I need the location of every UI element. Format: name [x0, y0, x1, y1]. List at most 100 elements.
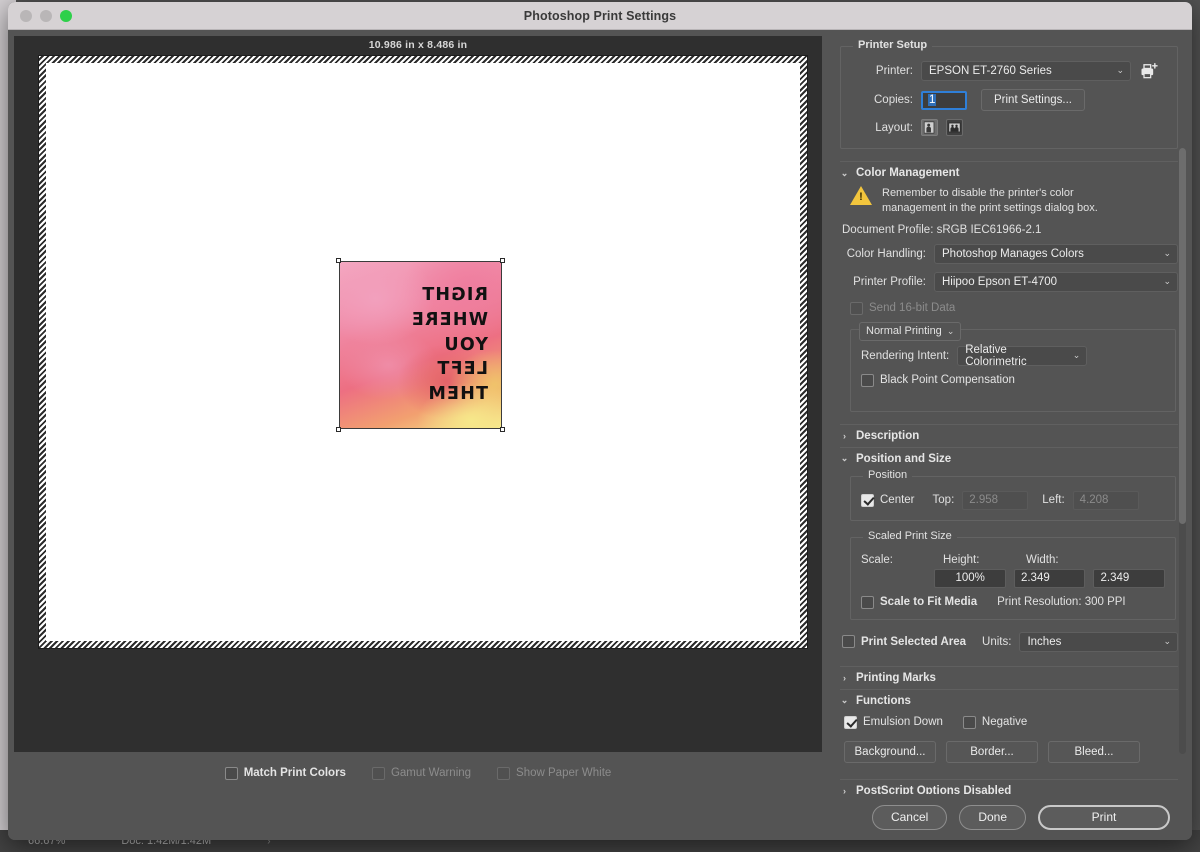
emulsion-down-box[interactable]	[844, 715, 857, 729]
printing-mode-select[interactable]: Normal Printing ⌄	[859, 321, 962, 341]
twisty-collapsed-icon[interactable]: ›	[840, 431, 849, 441]
twisty-expanded-icon[interactable]: ⌄	[840, 453, 849, 464]
background-button[interactable]: Background...	[844, 740, 936, 763]
paper-sheet: RIGHT WHERE YOU LEFT THEM	[38, 55, 808, 649]
copies-input[interactable]: 1	[921, 90, 967, 110]
settings-scrollbar-thumb[interactable]	[1179, 148, 1186, 524]
send-16bit-label: Send 16-bit Data	[869, 302, 956, 315]
printing-marks-title: Printing Marks	[856, 671, 936, 684]
chevron-down-icon: ⌄	[1163, 275, 1171, 286]
twisty-collapsed-icon[interactable]: ›	[840, 786, 849, 794]
position-group: Position Center Top: 2.958 Left: 4.208	[850, 468, 1176, 521]
window-title: Photoshop Print Settings	[523, 8, 677, 23]
layout-landscape-icon[interactable]	[946, 119, 963, 136]
border-button[interactable]: Border...	[946, 740, 1038, 763]
black-point-compensation-box[interactable]	[861, 373, 874, 387]
description-title: Description	[856, 429, 920, 442]
printing-mode-value: Normal Printing	[866, 324, 942, 337]
match-print-colors-checkbox[interactable]: Match Print Colors	[224, 766, 346, 780]
settings-scrollbar[interactable]	[1179, 148, 1186, 754]
negative-box[interactable]	[962, 715, 976, 729]
print-resolution-text: Print Resolution: 300 PPI	[997, 596, 1126, 609]
rendering-intent-select[interactable]: Relative Colorimetric ⌄	[957, 344, 1088, 368]
position-size-header[interactable]: ⌄ Position and Size	[840, 448, 1178, 470]
printer-profile-select[interactable]: Hiipoo Epson ET-4700 ⌄	[934, 271, 1178, 292]
add-printer-icon[interactable]	[1139, 61, 1159, 81]
gamut-warning-checkbox: Gamut Warning	[371, 766, 472, 780]
send-16bit-box	[850, 301, 863, 315]
position-group-legend: Position	[863, 468, 913, 481]
copies-label: Copies:	[874, 94, 913, 106]
color-handling-select[interactable]: Photoshop Manages Colors ⌄	[934, 243, 1178, 264]
functions-checkbox-row: Emulsion Down Negative	[844, 715, 1178, 729]
top-input[interactable]: 2.958	[962, 490, 1029, 510]
paper-dimensions-label: 10.986 in x 8.486 in	[368, 39, 468, 51]
image-text-line-3: YOU	[443, 334, 488, 355]
print-image-preview[interactable]: RIGHT WHERE YOU LEFT THEM	[339, 261, 502, 429]
printer-setup-group: Printer Setup Printer: EPSON ET-2760 Ser…	[840, 39, 1178, 149]
height-input[interactable]: 2.349	[1013, 568, 1086, 588]
twisty-expanded-icon[interactable]: ⌄	[840, 695, 849, 706]
twisty-collapsed-icon[interactable]: ›	[840, 673, 849, 683]
left-input[interactable]: 4.208	[1072, 490, 1139, 510]
print-selected-area-box[interactable]	[842, 635, 855, 649]
color-management-title: Color Management	[856, 167, 960, 179]
warning-icon	[850, 186, 872, 205]
color-management-header[interactable]: ⌄ Color Management	[840, 162, 1178, 184]
preview-pane: 10.986 in x 8.486 in RIGHT WHERE YOU LEF…	[8, 30, 828, 794]
scale-input[interactable]: 100%	[934, 568, 1006, 588]
bleed-button[interactable]: Bleed...	[1048, 740, 1140, 763]
emulsion-down-checkbox[interactable]: Emulsion Down	[844, 715, 943, 729]
negative-checkbox[interactable]: Negative	[962, 715, 1027, 729]
resize-handle-bottom-left[interactable]	[336, 427, 341, 432]
resize-handle-top-left[interactable]	[336, 258, 341, 263]
print-button[interactable]: Print	[1038, 804, 1170, 830]
print-selected-area-checkbox[interactable]: Print Selected Area	[842, 635, 966, 649]
printing-marks-header[interactable]: › Printing Marks	[840, 667, 1178, 689]
show-paper-white-checkbox: Show Paper White	[497, 766, 611, 780]
width-input[interactable]: 2.349	[1093, 568, 1165, 588]
scale-input-value: 100%	[955, 572, 985, 585]
dialog-titlebar[interactable]: Photoshop Print Settings	[8, 2, 1192, 30]
chevron-down-icon: ⌄	[1163, 635, 1171, 646]
layout-portrait-icon[interactable]	[921, 119, 938, 136]
print-settings-button[interactable]: Print Settings...	[981, 89, 1085, 111]
resize-handle-top-right[interactable]	[500, 258, 505, 263]
printer-row: Printer: EPSON ET-2760 Series ⌄	[851, 61, 1167, 81]
print-preview-canvas[interactable]: 10.986 in x 8.486 in RIGHT WHERE YOU LEF…	[14, 36, 822, 752]
match-print-colors-box[interactable]	[224, 766, 238, 780]
resize-handle-bottom-right[interactable]	[500, 427, 505, 432]
layout-row: Layout:	[851, 119, 1167, 136]
scale-headers-row: Scale: Height: Width:	[861, 554, 1165, 566]
functions-buttons-row: Background... Border... Bleed...	[844, 740, 1178, 763]
printer-select[interactable]: EPSON ET-2760 Series ⌄	[921, 61, 1131, 81]
scale-to-fit-checkbox[interactable]: Scale to Fit Media	[861, 595, 977, 609]
units-select[interactable]: Inches ⌄	[1019, 631, 1178, 652]
scaled-print-size-legend: Scaled Print Size	[863, 529, 957, 542]
image-text-line-2: WHERE	[410, 309, 488, 330]
scaled-print-size-group: Scaled Print Size Scale: Height: Width: …	[850, 529, 1176, 620]
functions-title: Functions	[856, 694, 911, 707]
color-handling-label: Color Handling:	[846, 247, 926, 260]
twisty-expanded-icon[interactable]: ⌄	[840, 168, 849, 179]
center-checkbox[interactable]: Center	[861, 493, 915, 507]
document-profile-text: Document Profile: sRGB IEC61966-2.1	[842, 223, 1042, 236]
cancel-button[interactable]: Cancel	[871, 804, 948, 830]
description-header[interactable]: › Description	[840, 425, 1178, 447]
height-input-value: 2.349	[1020, 572, 1050, 585]
settings-scroll-region[interactable]: Printer Setup Printer: EPSON ET-2760 Ser…	[828, 30, 1188, 794]
black-point-compensation-label: Black Point Compensation	[880, 374, 1015, 387]
functions-header[interactable]: ⌄ Functions	[840, 690, 1178, 712]
left-label: Left:	[1042, 494, 1065, 507]
chevron-down-icon: ⌄	[1163, 247, 1171, 258]
black-point-compensation-checkbox[interactable]: Black Point Compensation	[861, 373, 1165, 387]
printer-profile-value: Hiipoo Epson ET-4700	[942, 275, 1058, 288]
center-box[interactable]	[861, 493, 874, 507]
scale-to-fit-box[interactable]	[861, 595, 874, 609]
gamut-warning-box	[371, 766, 385, 780]
image-placement-box[interactable]: RIGHT WHERE YOU LEFT THEM	[336, 258, 505, 432]
done-button[interactable]: Done	[959, 804, 1026, 830]
gamut-warning-label: Gamut Warning	[390, 767, 472, 779]
image-text-line-1: RIGHT	[421, 285, 488, 306]
postscript-header[interactable]: › PostScript Options Disabled	[840, 780, 1178, 794]
